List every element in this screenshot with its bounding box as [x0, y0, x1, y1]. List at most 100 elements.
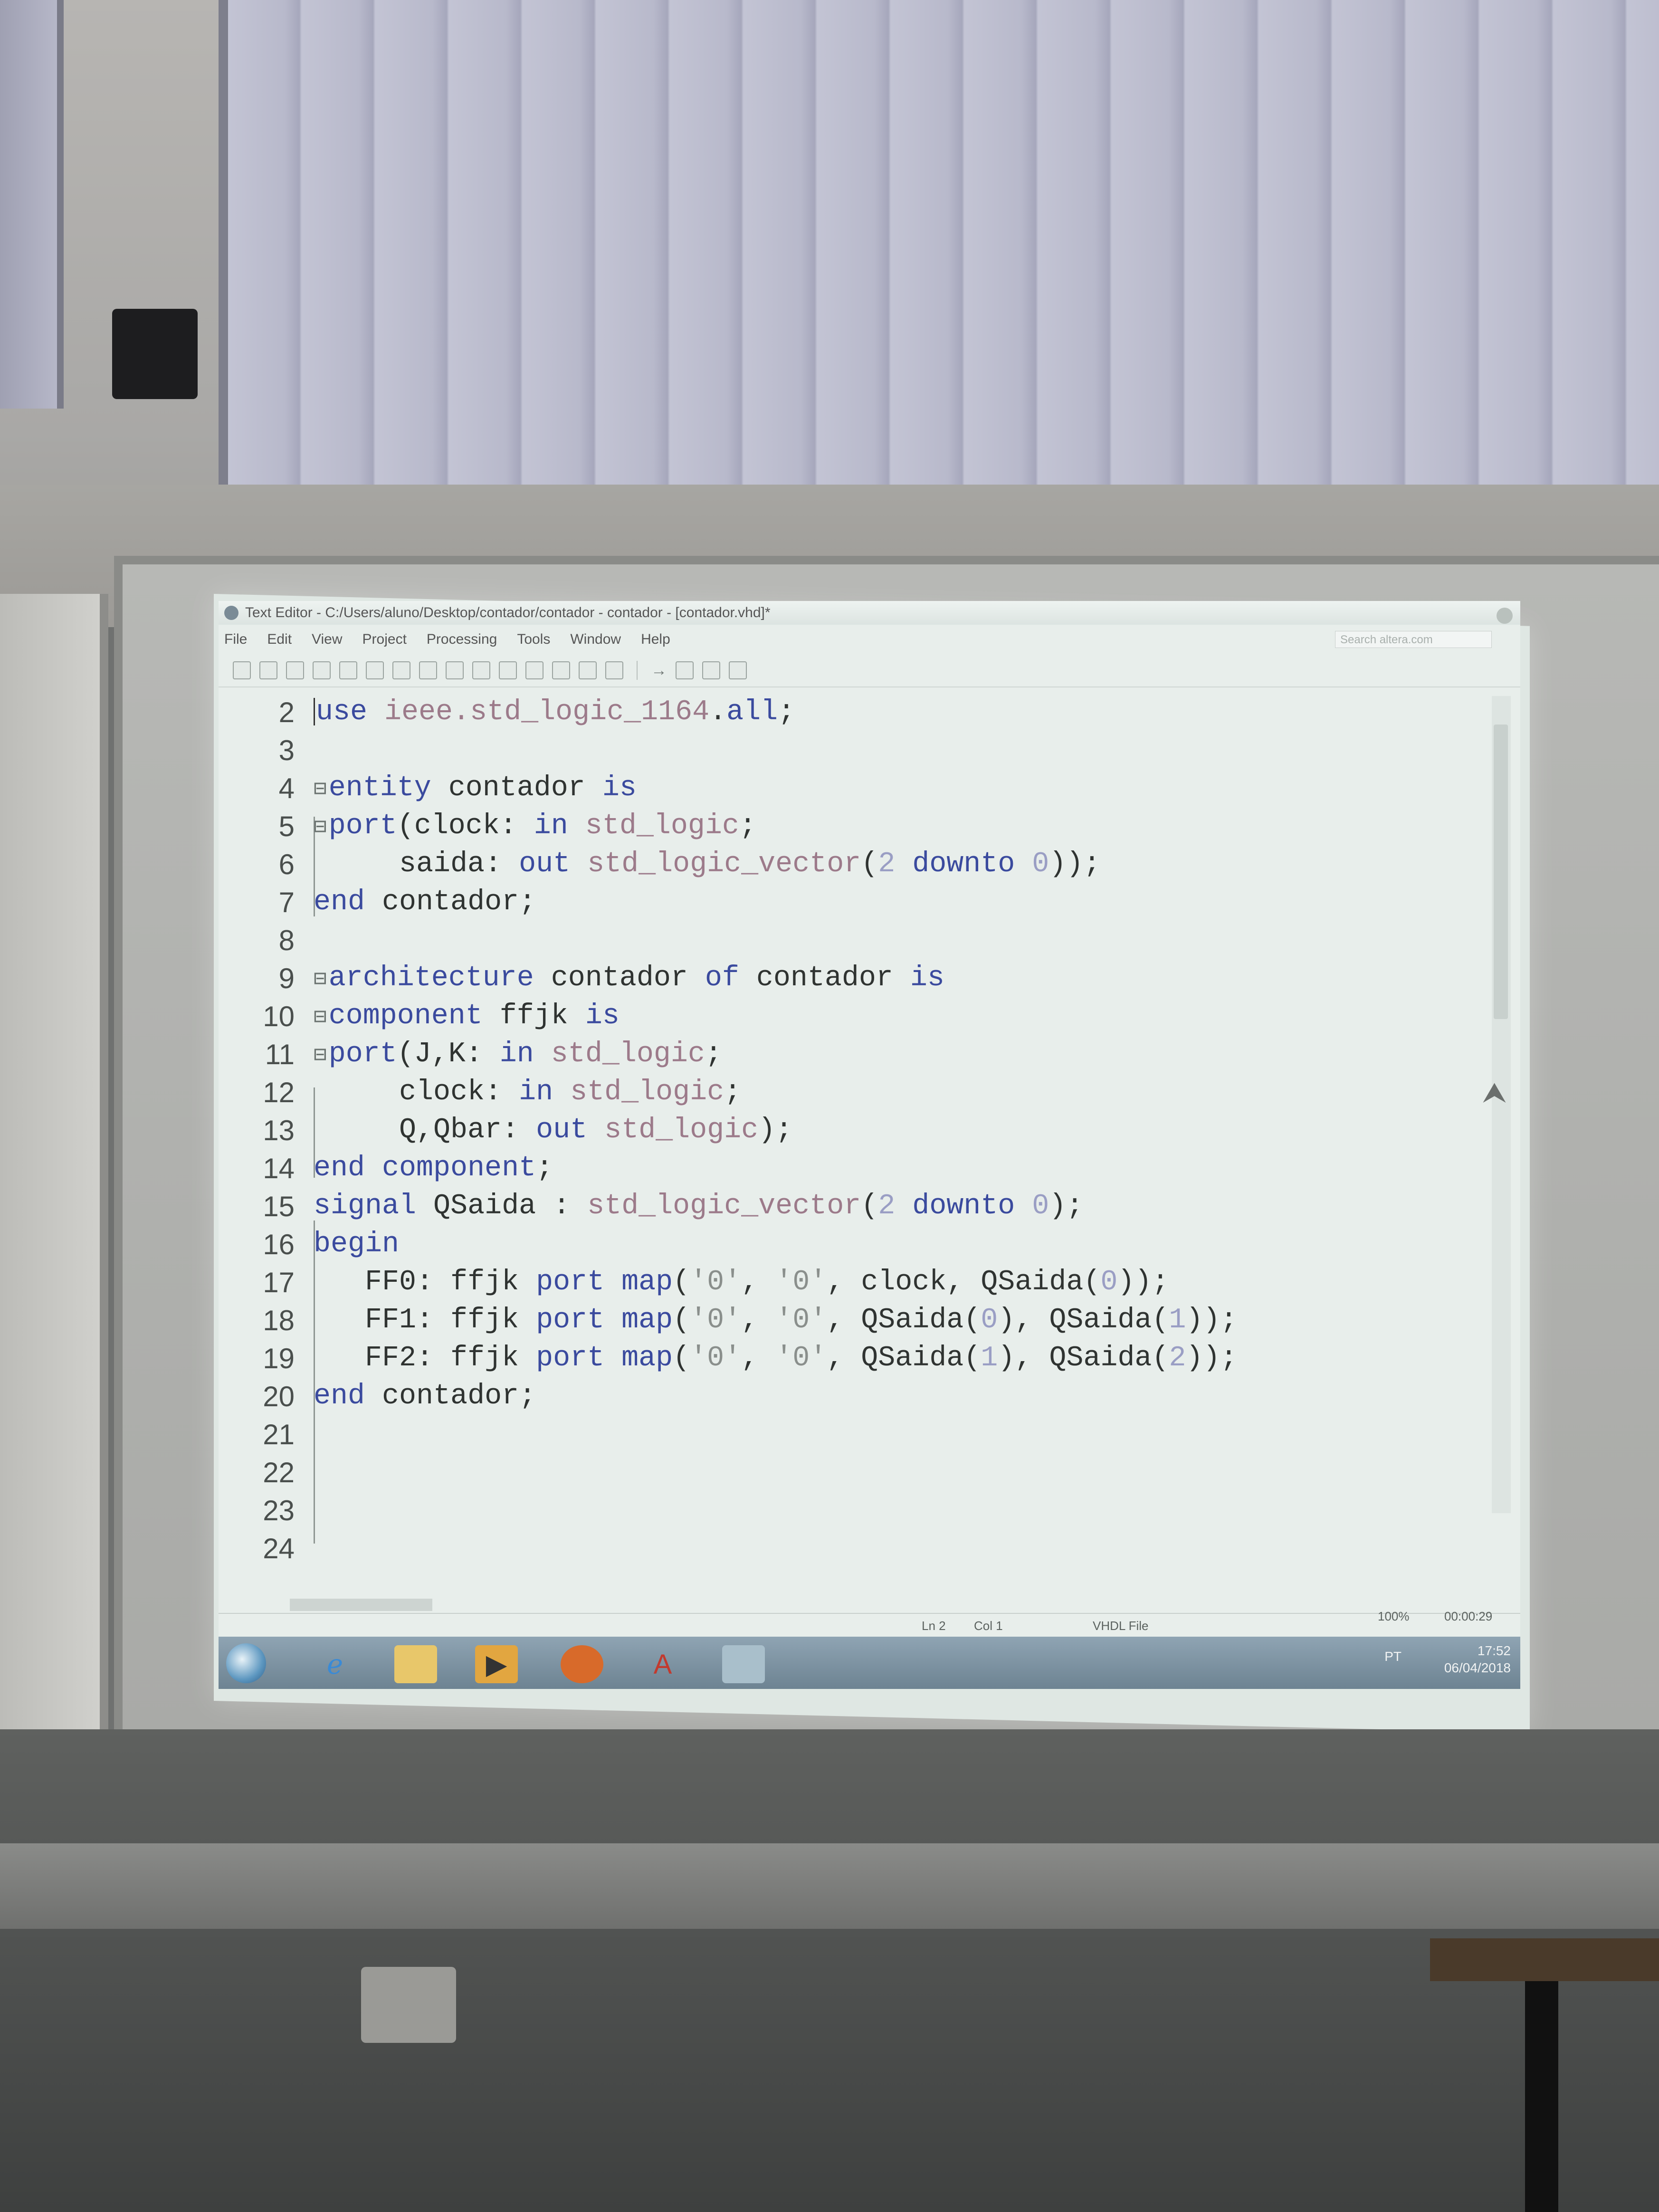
code-line[interactable]: 7 end contador;	[219, 883, 536, 921]
code-editor[interactable]: 2 use ieee.std_logic_1164.all; 3 4 ⊟entity c…	[219, 688, 1482, 1591]
code-line[interactable]: 21	[219, 1415, 314, 1453]
code-token: ieee.std_logic_1164	[367, 696, 710, 728]
windows-taskbar: ℯ ▶ A PT 17:52 06/04/2018	[219, 1637, 1520, 1689]
increase-indent-icon[interactable]	[366, 661, 384, 679]
code-token: std_logic	[587, 1114, 759, 1146]
code-token: use	[316, 696, 368, 728]
line-number: 2	[278, 696, 295, 728]
line-number: 13	[263, 1114, 295, 1146]
code-line[interactable]: 3	[219, 731, 314, 769]
next-bookmark-icon[interactable]	[419, 661, 437, 679]
code-line[interactable]: 5 ⊟port(clock: in std_logic;	[219, 807, 756, 845]
code-token: (	[861, 848, 878, 880]
code-line[interactable]: 4 ⊟entity contador is	[219, 769, 637, 807]
horizontal-scrollbar[interactable]	[290, 1599, 432, 1611]
code-token: ;	[778, 696, 795, 728]
code-line[interactable]: 10 ⊟component ffjk is	[219, 997, 620, 1035]
fold-toggle-icon[interactable]: ⊟	[314, 815, 327, 840]
acrobat-icon[interactable]: A	[641, 1645, 684, 1683]
code-line[interactable]: 14 end component;	[219, 1149, 553, 1187]
insert-template-icon[interactable]	[552, 661, 570, 679]
code-line[interactable]: 2 use ieee.std_logic_1164.all;	[219, 693, 795, 731]
spell-check-icon[interactable]	[605, 661, 623, 679]
code-line[interactable]: 20 end contador;	[219, 1377, 536, 1415]
indent-icon[interactable]	[233, 661, 251, 679]
start-button[interactable]	[226, 1643, 266, 1683]
menu-project[interactable]: Project	[362, 631, 407, 648]
code-token: 0	[1015, 1190, 1049, 1222]
code-text: clock: in std_logic;	[295, 1076, 741, 1108]
media-player-icon[interactable]: ▶	[475, 1645, 518, 1683]
panel-icon[interactable]	[702, 661, 720, 679]
window-tile-icon[interactable]	[729, 661, 747, 679]
menu-bar: File Edit View Project Processing Tools …	[219, 626, 1520, 653]
bookmark-icon[interactable]	[392, 661, 410, 679]
file-explorer-icon[interactable]	[394, 1645, 437, 1683]
code-token: architecture	[328, 962, 534, 994]
code-token: '0'	[690, 1342, 742, 1374]
fold-toggle-icon[interactable]: ⊟	[314, 1043, 327, 1068]
find-icon[interactable]	[259, 661, 277, 679]
quartus-icon[interactable]	[722, 1645, 765, 1683]
code-token: std_logic	[534, 1038, 705, 1070]
code-line[interactable]: 24	[219, 1529, 314, 1567]
comment-icon[interactable]	[499, 661, 517, 679]
code-line[interactable]: 11 ⊟port(J,K: in std_logic;	[219, 1035, 722, 1073]
menu-window[interactable]: Window	[570, 631, 621, 648]
code-text: ⊟component ffjk is	[295, 1000, 620, 1032]
internet-explorer-icon[interactable]: ℯ	[314, 1645, 356, 1683]
system-clock[interactable]: 17:52 06/04/2018	[1444, 1642, 1511, 1677]
menu-file[interactable]: File	[224, 631, 247, 648]
language-indicator[interactable]: PT	[1384, 1649, 1402, 1664]
template-icon[interactable]	[525, 661, 543, 679]
menu-processing[interactable]: Processing	[427, 631, 497, 648]
fold-toggle-icon[interactable]: ⊟	[314, 967, 327, 992]
clear-bookmarks-icon[interactable]	[472, 661, 490, 679]
board-rail	[0, 1843, 1659, 1929]
code-line[interactable]: 13 Q,Qbar: out std_logic);	[219, 1111, 792, 1149]
menu-tools[interactable]: Tools	[517, 631, 550, 648]
code-token: , QSaida(	[827, 1342, 981, 1374]
code-token: , clock, QSaida(	[827, 1266, 1101, 1298]
code-token: .	[709, 696, 727, 728]
line-number: 4	[278, 772, 295, 804]
previous-bookmark-icon[interactable]	[446, 661, 464, 679]
code-token: std_logic	[568, 810, 739, 842]
replace-icon[interactable]	[286, 661, 304, 679]
code-line[interactable]: 17 FF0: ffjk port map('0', '0', clock, Q…	[219, 1263, 1169, 1301]
code-line[interactable]: 18 FF1: ffjk port map('0', '0', QSaida(0…	[219, 1301, 1237, 1339]
code-line[interactable]: 15 signal QSaida : std_logic_vector(2 dow…	[219, 1187, 1083, 1225]
firefox-icon[interactable]	[561, 1645, 603, 1683]
code-token: port map	[536, 1304, 673, 1336]
code-line[interactable]: 19 FF2: ffjk port map('0', '0', QSaida(1…	[219, 1339, 1237, 1377]
fold-toggle-icon[interactable]: ⊟	[314, 1005, 327, 1030]
block-icon[interactable]	[579, 661, 597, 679]
code-token: in	[534, 810, 568, 842]
toolbar-separator	[637, 661, 638, 680]
code-line[interactable]: 22	[219, 1453, 314, 1491]
fold-toggle-icon[interactable]: ⊟	[314, 777, 327, 802]
goto-icon[interactable]	[313, 661, 331, 679]
code-line[interactable]: 6 saida: out std_logic_vector(2 downto 0…	[219, 845, 1101, 883]
help-icon[interactable]	[1497, 608, 1513, 624]
decrease-indent-icon[interactable]	[339, 661, 357, 679]
align-icon[interactable]	[676, 661, 694, 679]
code-token: contador;	[365, 1380, 536, 1412]
code-token: ), QSaida(	[998, 1304, 1169, 1336]
code-line[interactable]: 9 ⊟architecture contador of contador is	[219, 959, 944, 997]
arrow-right-icon[interactable]: →	[651, 661, 667, 680]
code-line[interactable]: 16 begin	[219, 1225, 399, 1263]
menu-view[interactable]: View	[312, 631, 342, 648]
menu-edit[interactable]: Edit	[267, 631, 292, 648]
scroll-thumb[interactable]	[1494, 725, 1508, 1019]
search-input[interactable]: Search altera.com	[1335, 631, 1492, 648]
code-line[interactable]: 12 clock: in std_logic;	[219, 1073, 741, 1111]
code-token: );	[1049, 1190, 1084, 1222]
code-line[interactable]: 8	[219, 921, 314, 959]
menu-help[interactable]: Help	[641, 631, 670, 648]
code-token: 0	[1015, 848, 1049, 880]
code-line[interactable]: 23	[219, 1491, 314, 1529]
code-text: end contador;	[295, 1380, 536, 1412]
title-bar[interactable]: Text Editor - C:/Users/aluno/Desktop/con…	[219, 601, 1520, 625]
